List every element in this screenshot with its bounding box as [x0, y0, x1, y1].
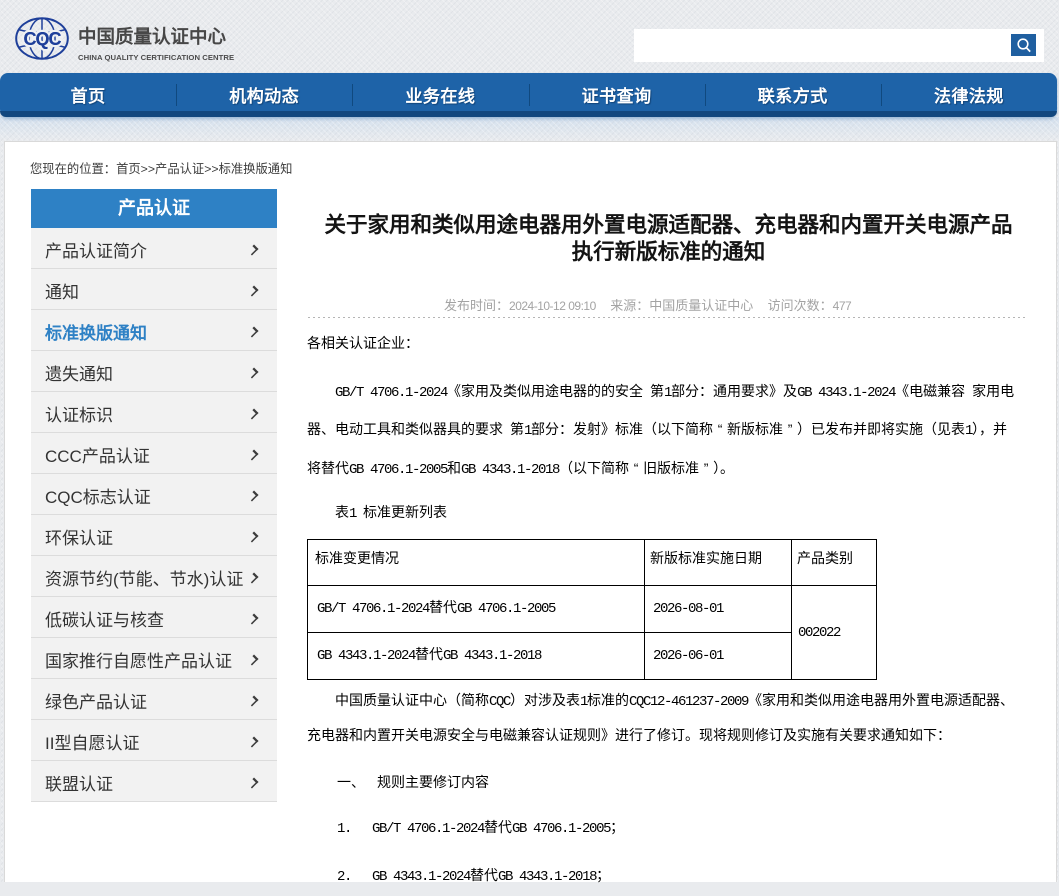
svg-text:CQC: CQC	[24, 29, 62, 49]
